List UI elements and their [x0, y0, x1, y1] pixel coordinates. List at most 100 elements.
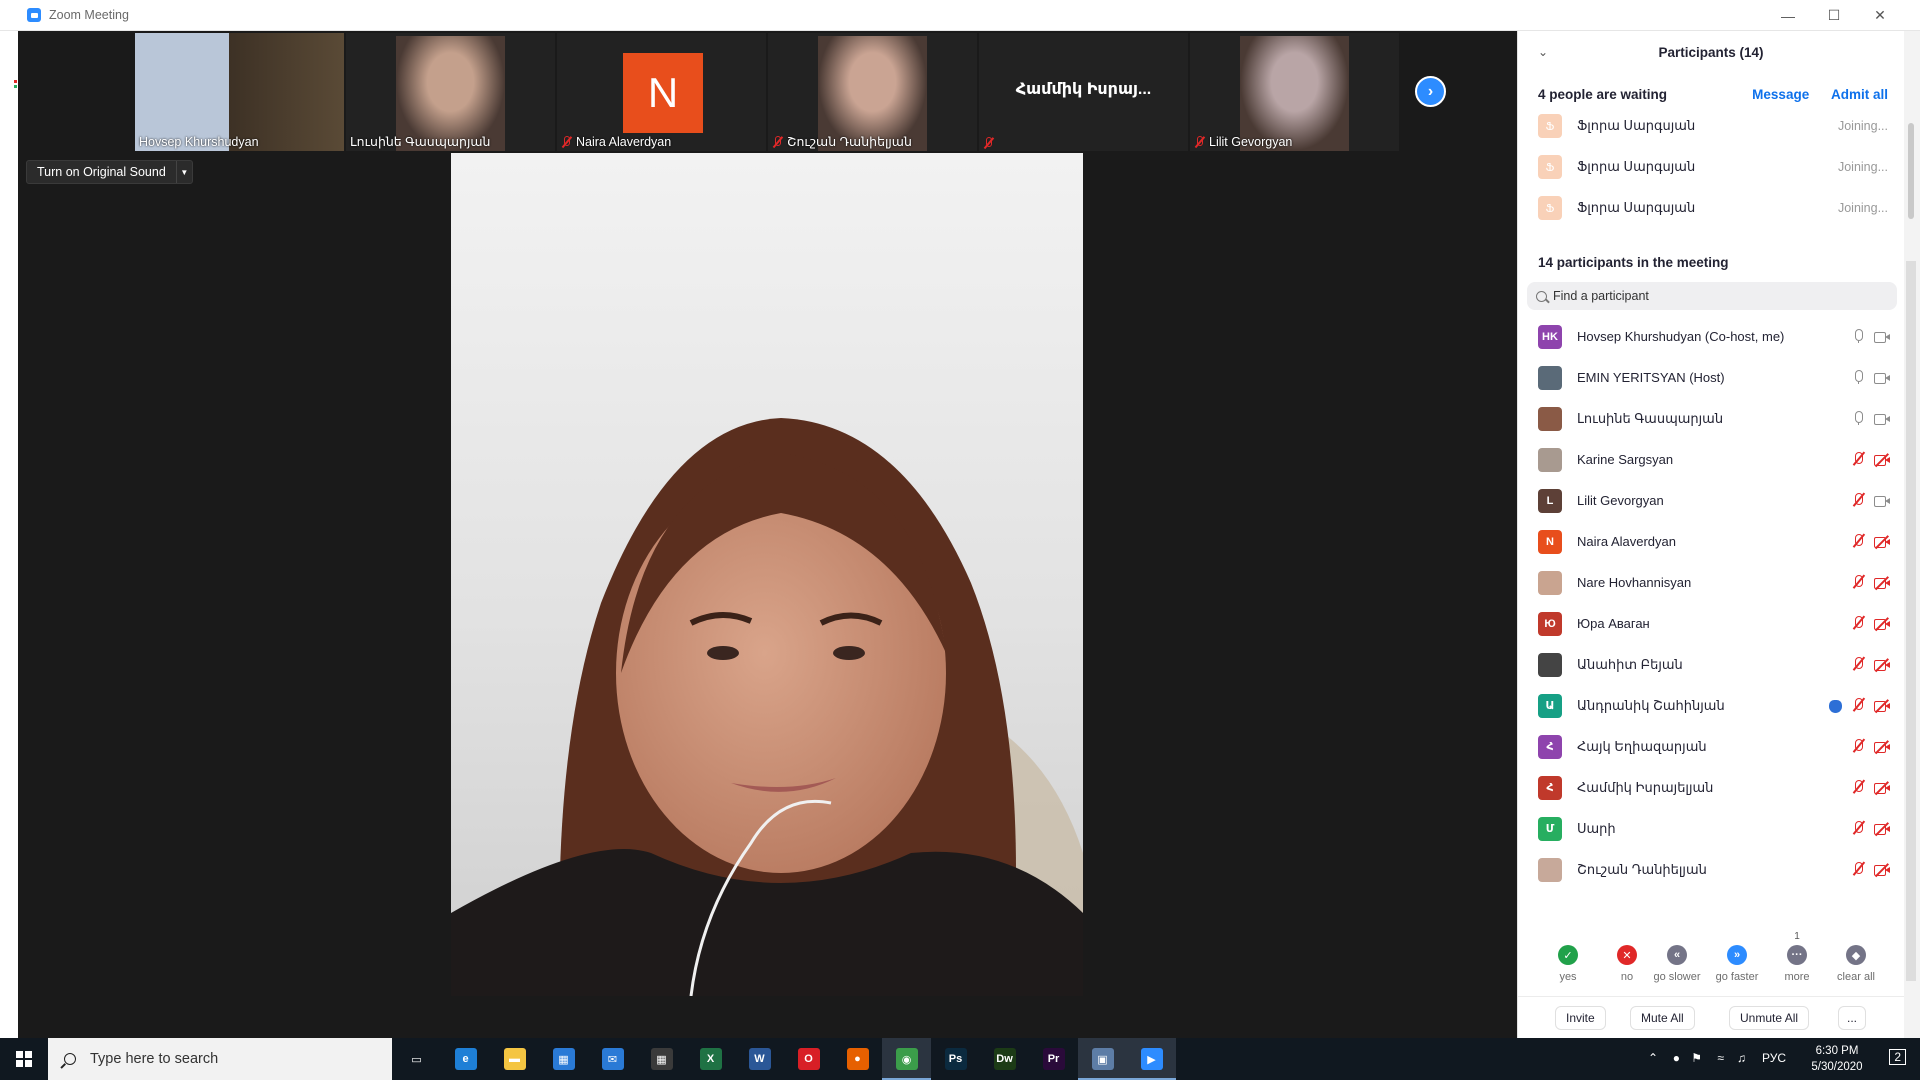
no-icon: ✕ — [1617, 945, 1637, 965]
maximize-button[interactable]: ☐ — [1811, 0, 1857, 31]
chevron-up-icon[interactable]: ⌃ — [1648, 1051, 1658, 1065]
mic-muted-icon[interactable] — [1851, 779, 1865, 795]
participant-row[interactable]: Անահիտ Բեյան — [1518, 644, 1904, 685]
taskbar-app-task-view[interactable]: ▭ — [392, 1038, 441, 1080]
next-page-button[interactable]: › — [1415, 76, 1446, 107]
participant-row[interactable]: EMIN YERITSYAN (Host) — [1518, 357, 1904, 398]
participant-name: Naira Alaverdyan — [1577, 534, 1676, 549]
video-thumbnail[interactable]: Hovsep Khurshudyan — [135, 33, 344, 151]
mic-muted-icon[interactable] — [1851, 738, 1865, 754]
taskbar-app-chrome[interactable]: ◉ — [882, 1038, 931, 1080]
participant-row[interactable]: Հ Համմիկ Իսրայելյան — [1518, 767, 1904, 808]
mic-muted-icon[interactable] — [1851, 861, 1865, 877]
mic-muted-icon[interactable] — [1851, 697, 1865, 713]
go-slower-feedback-button[interactable]: « go slower — [1647, 931, 1707, 983]
notifications-icon[interactable]: 2 — [1889, 1049, 1906, 1065]
mic-muted-icon[interactable] — [1851, 492, 1865, 508]
mic-muted-icon[interactable] — [1851, 615, 1865, 631]
participant-row[interactable]: Շուշան Դանիելյան — [1518, 849, 1904, 890]
thumbnail-name: Լուսինե Գասպարյան — [350, 134, 490, 149]
participant-status-icons — [1851, 492, 1890, 508]
taskbar-search[interactable]: Type here to search — [48, 1038, 392, 1080]
participant-status-icons — [1851, 615, 1890, 631]
participant-row[interactable]: Ա Անդրանիկ Շահինյան — [1518, 685, 1904, 726]
close-button[interactable]: ✕ — [1857, 0, 1903, 31]
video-thumbnail[interactable]: N Naira Alaverdyan — [557, 33, 766, 151]
microphone-icon[interactable]: ● — [1673, 1051, 1680, 1065]
participant-status-icons — [1851, 533, 1890, 549]
yes-feedback-button[interactable]: ✓ yes — [1538, 931, 1598, 983]
message-waiting-button[interactable]: Message — [1752, 87, 1809, 102]
participant-row[interactable]: Հ Հայկ Եղիազարյան — [1518, 726, 1904, 767]
video-thumbnail[interactable]: Շուշան Դանիելյան — [768, 33, 977, 151]
participant-row[interactable]: L Lilit Gevorgyan — [1518, 480, 1904, 521]
taskbar-app-store[interactable]: ▦ — [539, 1038, 588, 1080]
mic-muted-icon[interactable] — [1851, 533, 1865, 549]
camera-off-icon — [1874, 453, 1890, 467]
chevron-down-icon[interactable]: ▼ — [175, 161, 192, 183]
microphone-icon[interactable] — [1851, 369, 1865, 385]
more-feedback-button[interactable]: 1 ··· more — [1767, 931, 1827, 983]
mic-muted-icon[interactable] — [1851, 574, 1865, 590]
taskbar-app-premiere[interactable]: Pr — [1029, 1038, 1078, 1080]
microphone-icon[interactable] — [1851, 410, 1865, 426]
participant-row[interactable]: Մ Սարի — [1518, 808, 1904, 849]
participant-list: HK Hovsep Khurshudyan (Co-host, me) EMIN Y… — [1518, 316, 1904, 946]
start-button[interactable] — [0, 1038, 48, 1080]
participant-row[interactable]: Karine Sargsyan — [1518, 439, 1904, 480]
taskbar-app-file-explorer[interactable]: ▬ — [490, 1038, 539, 1080]
language-indicator[interactable]: РУС — [1762, 1051, 1786, 1065]
clear-all-feedback-button[interactable]: ◆ clear all — [1826, 931, 1886, 983]
more-options-button[interactable]: ... — [1838, 1006, 1867, 1030]
original-sound-button[interactable]: Turn on Original Sound ▼ — [26, 160, 193, 184]
participant-row[interactable]: Լուսինե Գասպարյան — [1518, 398, 1904, 439]
invite-button[interactable]: Invite — [1555, 1006, 1606, 1030]
taskbar-app-word[interactable]: W — [735, 1038, 784, 1080]
video-thumbnail[interactable]: Lilit Gevorgyan — [1190, 33, 1399, 151]
notification-count: 2 — [1894, 1050, 1901, 1064]
go-faster-feedback-button[interactable]: » go faster — [1707, 931, 1767, 983]
waiting-row[interactable]: Ֆ Ֆլորա Սարգսյան Joining... — [1538, 194, 1888, 222]
participant-row[interactable]: Ю Юра Аваган — [1518, 603, 1904, 644]
participant-row[interactable]: Nare Hovhannisyan — [1518, 562, 1904, 603]
search-input[interactable] — [1553, 289, 1883, 303]
participant-search[interactable] — [1527, 282, 1897, 310]
participant-row[interactable]: HK Hovsep Khurshudyan (Co-host, me) — [1518, 316, 1904, 357]
taskbar-app-mail[interactable]: ✉ — [588, 1038, 637, 1080]
video-thumbnail[interactable]: Լուսինե Գասպարյան — [346, 33, 555, 151]
participant-row[interactable]: N Naira Alaverdyan — [1518, 521, 1904, 562]
scroll-thumb[interactable] — [1908, 123, 1914, 219]
taskbar-app-opera[interactable]: O — [784, 1038, 833, 1080]
taskbar-app-excel[interactable]: X — [686, 1038, 735, 1080]
flag-icon[interactable]: ⚑ — [1691, 1051, 1702, 1065]
participant-status-icons — [1851, 328, 1890, 344]
admit-all-button[interactable]: Admit all — [1831, 87, 1888, 102]
title-bar[interactable]: Zoom Meeting — ☐ ✕ — [0, 0, 1920, 31]
taskbar-app-zoom[interactable]: ▶ — [1127, 1038, 1176, 1080]
waiting-row[interactable]: Ֆ Ֆլորա Սարգսյան Joining... — [1538, 153, 1888, 181]
mic-muted-icon[interactable] — [1851, 820, 1865, 836]
premiere-icon: Pr — [1042, 1048, 1065, 1070]
taskbar-app-edge[interactable]: e — [441, 1038, 490, 1080]
waiting-row[interactable]: Ֆ Ֆլորա Սարգսյան Joining... — [1538, 112, 1888, 140]
clock[interactable]: 6:30 PM 5/30/2020 — [1802, 1043, 1872, 1075]
taskbar-app-calculator[interactable]: ▦ — [637, 1038, 686, 1080]
edge-icon: e — [454, 1048, 477, 1070]
wifi-icon[interactable]: ≈ — [1717, 1051, 1724, 1065]
participant-name: Անդրանիկ Շահինյան — [1577, 697, 1725, 713]
taskbar-app-firefox[interactable]: ● — [833, 1038, 882, 1080]
taskbar-app-network-app[interactable]: ▣ — [1078, 1038, 1127, 1080]
video-thumbnail[interactable]: Համմիկ Իսրայ... — [979, 33, 1188, 151]
unmute-all-button[interactable]: Unmute All — [1729, 1006, 1810, 1030]
minimize-button[interactable]: — — [1765, 0, 1811, 31]
panel-scrollbar[interactable] — [1904, 31, 1920, 1038]
mute-all-button[interactable]: Mute All — [1630, 1006, 1695, 1030]
mic-muted-icon[interactable] — [1851, 656, 1865, 672]
taskbar-app-photoshop[interactable]: Ps — [931, 1038, 980, 1080]
taskbar-app-dreamweaver[interactable]: Dw — [980, 1038, 1029, 1080]
participant-status-icons — [1829, 697, 1890, 713]
microphone-icon[interactable] — [1851, 328, 1865, 344]
waiting-status: Joining... — [1837, 201, 1888, 215]
volume-icon[interactable]: ♫ — [1737, 1051, 1746, 1065]
mic-muted-icon[interactable] — [1851, 451, 1865, 467]
